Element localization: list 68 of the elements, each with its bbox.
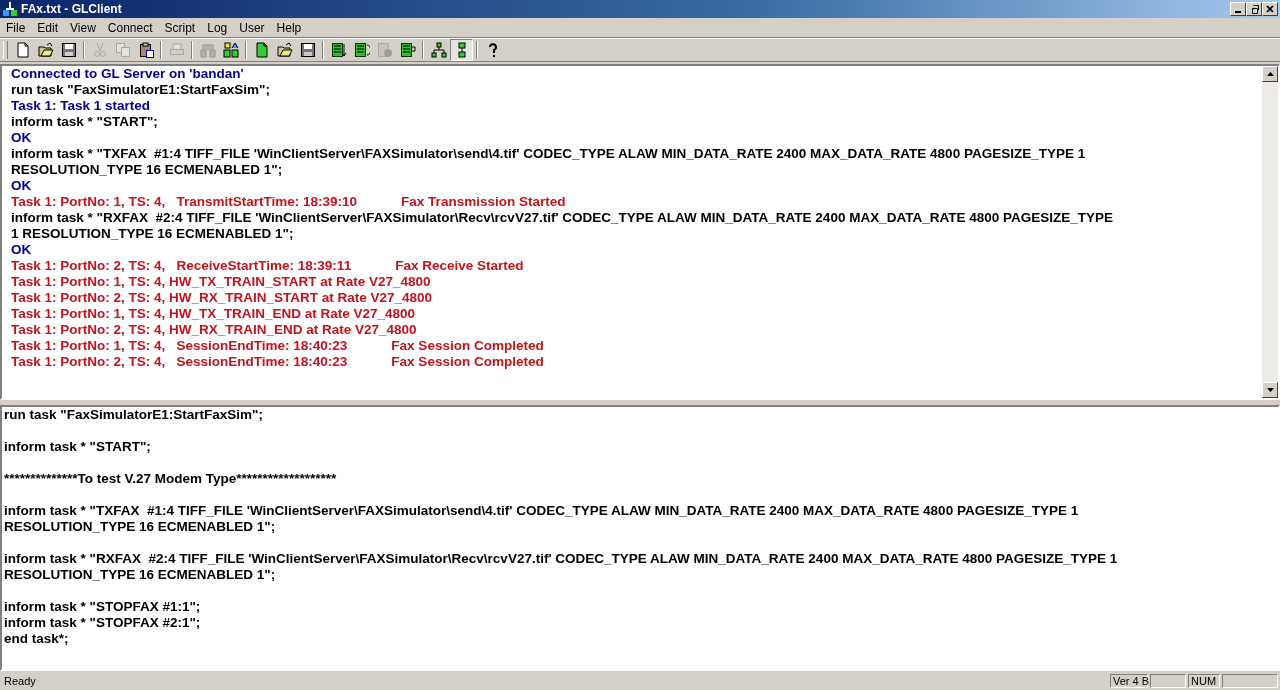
scissors-icon [91, 41, 108, 58]
folder-icon [276, 41, 293, 58]
log-line: Task 1: PortNo: 1, TS: 4, HW_TX_TRAIN_END at Rate V27_4800 [11, 306, 417, 322]
scrollbar[interactable] [1262, 66, 1278, 398]
close-button[interactable] [1262, 2, 1278, 16]
menu-item[interactable]: File [0, 19, 32, 36]
script-line: end task*; [4, 631, 70, 647]
scroll-up-icon [1266, 72, 1274, 76]
app-icon [2, 1, 18, 17]
log-line: inform task * "START"; [11, 114, 159, 130]
menu-item[interactable]: Script [158, 19, 202, 36]
menu-item[interactable]: Edit [31, 19, 65, 36]
close-icon [1266, 5, 1274, 13]
status-pane: Ver 4 B [1110, 673, 1148, 688]
printer-icon [168, 41, 185, 58]
menu-item[interactable]: Connect [101, 19, 159, 36]
script-line: inform task * "RXFAX #2:4 TIFF_FILE 'WinClientServer\FAXSimulator\Recv\rcvV27.tif' CODEC_TYPE ALAW MIN_DATA_RATE 2400 MAX_DATA_RATE 4800 PAGESIZE_TYPE 1 RESOLUTION_TYPE 16 ECMENABLED 1"; [4, 551, 1119, 583]
log-line: Task 1: PortNo: 2, TS: 4, HW_RX_TRAIN_START at Rate V27_4800 [11, 290, 434, 306]
log-line: Task 1: PortNo: 1, TS: 4, HW_TX_TRAIN_START at Rate V27_4800 [11, 274, 432, 290]
plug-icon [199, 41, 216, 58]
log-line: Task 1: PortNo: 2, TS: 4, SessionEndTime: 18:40:23 [11, 354, 348, 369]
log-event: Fax Receive Started [395, 258, 524, 274]
script-line: inform task * "STOPFAX #2:1"; [4, 615, 202, 631]
log-line: inform task * "RXFAX #2:4 TIFF_FILE 'WinClientServer\FAXSimulator\Recv\rcvV27.tif' CODEC_TYPE ALAW MIN_DATA_RATE 2400 MAX_DATA_RATE 4800 PAGESIZE_TYPE 1 RESOLUTION_TYPE 16 ECMENABLED 1"; [11, 210, 1114, 242]
menu-item[interactable]: View [64, 19, 102, 36]
copy-icon [114, 41, 131, 58]
minimize-button[interactable] [1230, 2, 1246, 16]
log-line: inform task * "TXFAX #1:4 TIFF_FILE 'WinClientServer\FAXSimulator\send\4.tif' CODEC_TYPE ALAW MIN_DATA_RATE 2400 MAX_DATA_RATE 4800 PAGESIZE_TYPE 1 RESOLUTION_TYPE 16 ECMENABLED 1"; [11, 146, 1087, 178]
split-button[interactable] [450, 38, 473, 61]
log-line: OK [11, 130, 33, 146]
tree-icon [430, 41, 447, 58]
window-title: FAx.txt - GLClient [21, 2, 123, 16]
log-line: Task 1: Task 1 started [11, 98, 152, 114]
log-line: run task "FaxSimulatorE1:StartFaxSim"; [11, 82, 271, 98]
sheet-return-icon [399, 41, 416, 58]
log-line: Task 1: PortNo: 2, TS: 4, ReceiveStartTime: 18:39:11 [11, 258, 352, 273]
page-icon [14, 41, 31, 58]
clipboard-icon [137, 41, 154, 58]
sheet-arrow-icon [330, 41, 347, 58]
scroll-down-icon [1266, 388, 1274, 392]
menu-item[interactable]: Help [270, 19, 308, 36]
log-event: Fax Session Completed [391, 338, 544, 354]
script-line: run task "FaxSimulatorE1:StartFaxSim"; [4, 407, 264, 423]
page-icon [253, 41, 270, 58]
log-line: OK [11, 242, 33, 258]
status-pane: NUM [1188, 673, 1220, 688]
script-line: inform task * "TXFAX #1:4 TIFF_FILE 'WinClientServer\FAXSimulator\send\4.tif' CODEC_TYPE ALAW MIN_DATA_RATE 2400 MAX_DATA_RATE 4800 PAGESIZE_TYPE 1 RESOLUTION_TYPE 16 ECMENABLED 1"; [4, 503, 1080, 535]
status-pane [1150, 673, 1186, 688]
status-pane [1222, 673, 1278, 688]
script-line: inform task * "STOPFAX #1:1"; [4, 599, 202, 615]
sheet-dot-icon [376, 41, 393, 58]
restore-icon [1249, 4, 1259, 14]
script-line: inform task * "START"; [4, 439, 152, 455]
log-event: Fax Session Completed [391, 354, 544, 370]
log-event: Fax Transmission Started [401, 194, 566, 210]
log-line: Task 1: PortNo: 1, TS: 4, TransmitStartTime: 18:39:10 [11, 194, 358, 209]
menu-item[interactable]: Log [201, 19, 234, 36]
restore-button[interactable] [1246, 2, 1262, 16]
network-icon [222, 41, 239, 58]
sheet-refresh-icon [353, 41, 370, 58]
log-line: Task 1: PortNo: 2, TS: 4, HW_RX_TRAIN_END at Rate V27_4800 [11, 322, 418, 338]
folder-icon [37, 41, 54, 58]
status-message: Ready [3, 674, 37, 687]
log-line: OK [11, 178, 33, 194]
script-line: **************To test V.27 Modem Type******************* [4, 471, 338, 487]
menu-item[interactable]: User [233, 19, 271, 36]
log-line: Connected to GL Server on 'bandan' [11, 66, 245, 82]
log-line: Task 1: PortNo: 1, TS: 4, SessionEndTime: 18:40:23 [11, 338, 348, 353]
